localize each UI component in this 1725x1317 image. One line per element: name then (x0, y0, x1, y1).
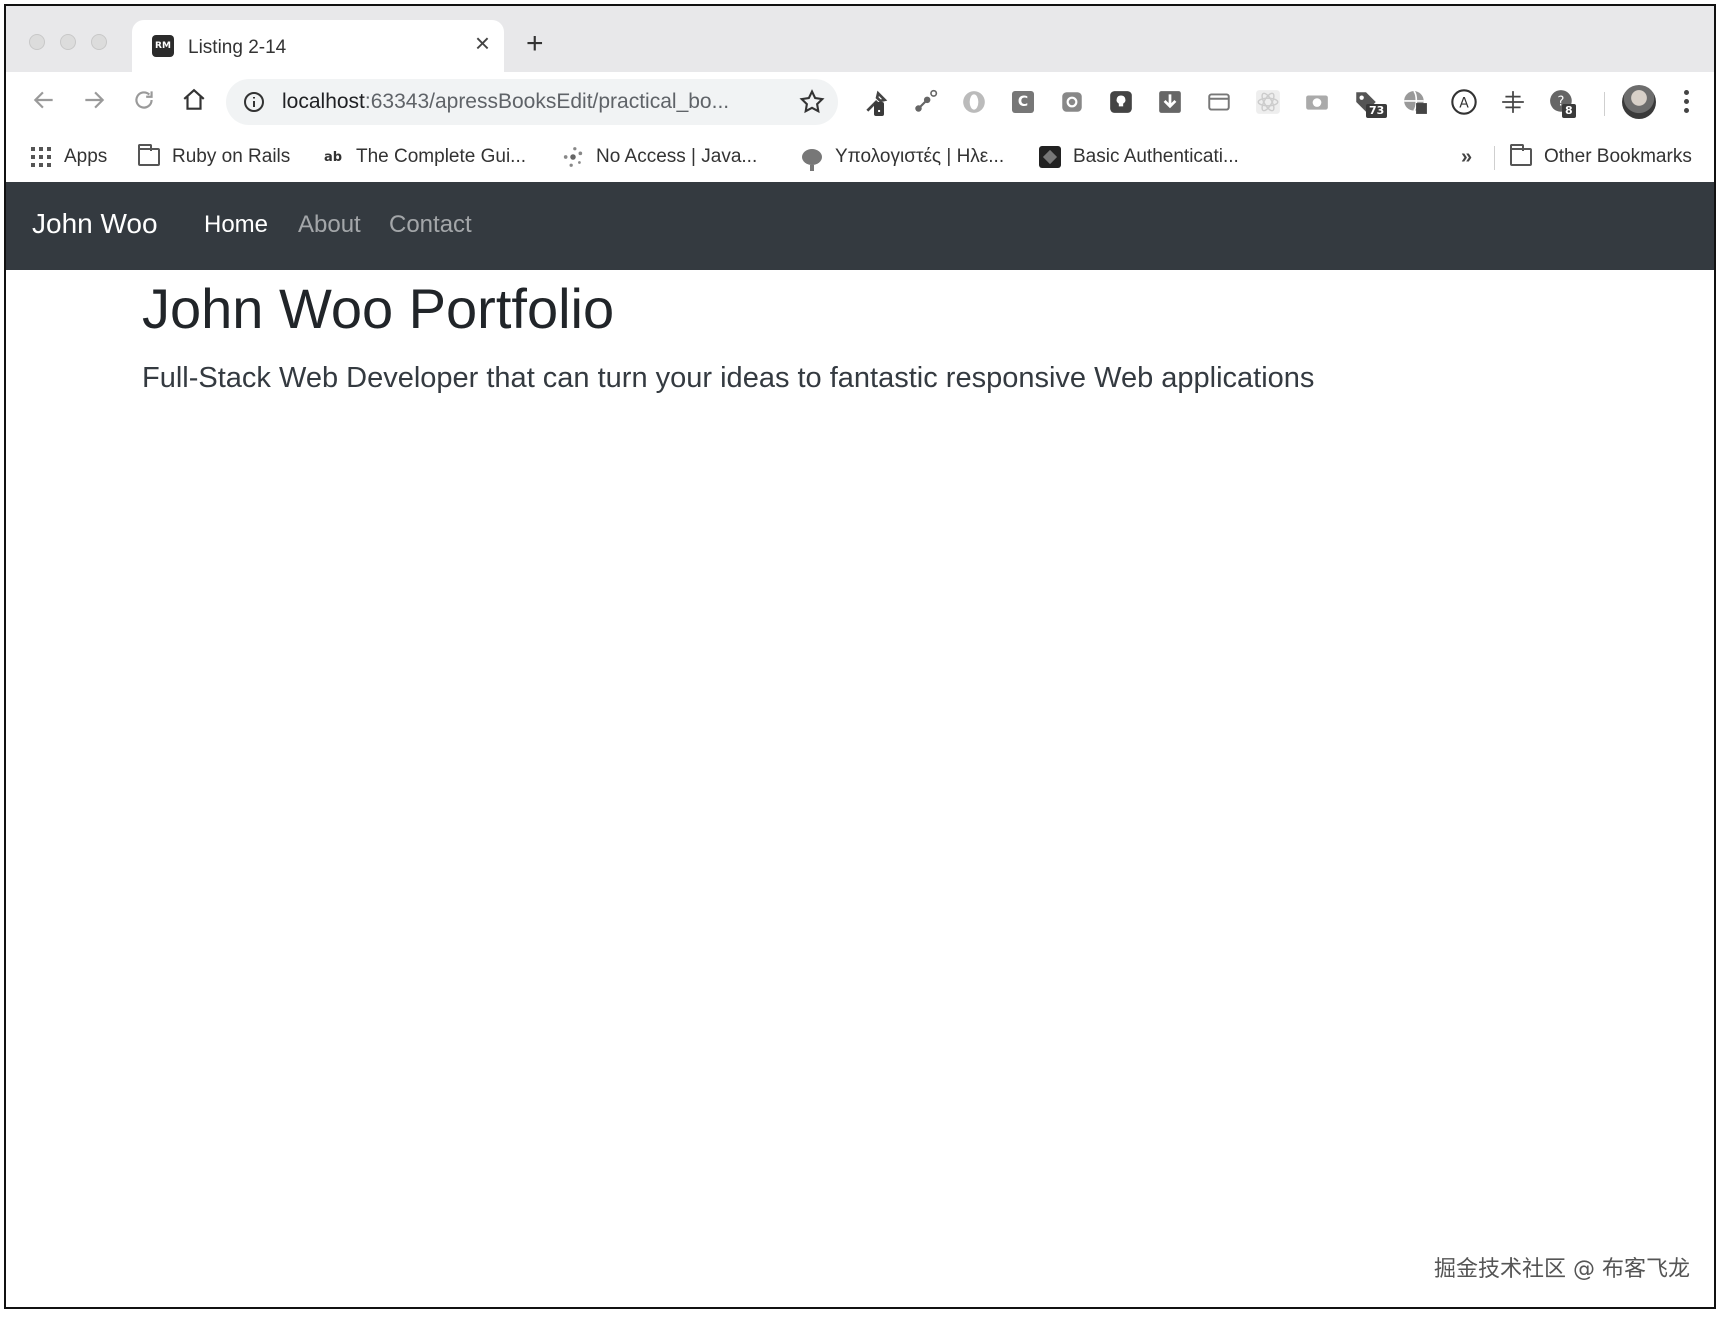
sparkle-icon (562, 146, 584, 168)
move-ext-icon[interactable] (1499, 88, 1527, 116)
bookmark-label: No Access | Java... (596, 146, 758, 167)
tag-ext-icon[interactable]: 73 (1352, 88, 1388, 118)
folder-icon (138, 144, 160, 168)
bookmarks-divider (1494, 146, 1495, 170)
tab-close-icon[interactable]: × (475, 30, 490, 56)
page-lead: Full-Stack Web Developer that can turn y… (142, 362, 1315, 394)
nav-contact[interactable]: Contact (389, 211, 472, 239)
bookmark-label: Other Bookmarks (1544, 146, 1692, 167)
bookmark-apps[interactable]: Apps (30, 142, 107, 172)
balloon-icon (801, 146, 823, 171)
window-ext-icon[interactable] (1205, 88, 1233, 116)
q-ext-icon[interactable]: ? 8 (1548, 88, 1576, 118)
tag-ext-badge: 73 (1366, 104, 1388, 118)
window-zoom-button[interactable] (91, 34, 107, 50)
arrow-left-icon (33, 91, 53, 109)
gear-ext-icon[interactable] (1058, 88, 1086, 116)
bookmark-no-access[interactable]: No Access | Java... (562, 142, 757, 172)
new-tab-button[interactable]: + (526, 29, 544, 59)
watermark: 掘金技术社区 @ 布客飞龙 (1434, 1257, 1690, 1282)
bookmark-label: The Complete Gui... (356, 146, 527, 167)
bookmark-complete-guide[interactable]: ab The Complete Gui... (322, 142, 526, 172)
folder-icon (1510, 144, 1532, 168)
react-ext-icon[interactable] (1254, 88, 1282, 116)
network-ext-icon[interactable] (911, 88, 939, 116)
bookmark-label: Ruby on Rails (172, 146, 291, 167)
bookmark-label: Basic Authenticati... (1073, 146, 1239, 167)
reload-icon (135, 91, 153, 109)
diamond-icon (1039, 146, 1061, 168)
bookmark-label: Apps (64, 146, 108, 167)
forward-button[interactable] (76, 82, 112, 118)
menu-kebab-icon[interactable] (1678, 86, 1694, 118)
window-close-button[interactable] (29, 34, 45, 50)
reload-button[interactable] (126, 82, 162, 118)
url-host: localhost (282, 90, 365, 113)
url-path: :63343/apressBooksEdit/practical_bo... (364, 90, 730, 113)
back-button[interactable] (26, 82, 62, 118)
browser-toolbar: localhost:63343/apressBooksEdit/practica… (6, 72, 1714, 132)
bookmark-basic-auth[interactable]: Basic Authenticati... (1039, 142, 1239, 172)
tab-title: Listing 2-14 (188, 37, 287, 58)
globe-ext-icon[interactable] (1401, 88, 1429, 116)
info-icon[interactable] (242, 90, 266, 114)
nav-about[interactable]: About (298, 211, 361, 239)
nav-home[interactable]: Home (204, 211, 268, 239)
arrow-right-icon (85, 91, 105, 109)
lightbulb-ext-icon[interactable] (1107, 88, 1135, 116)
navbar-brand[interactable]: John Woo (32, 208, 158, 240)
bookmark-label: Υπολογιστές | Ηλε... (835, 146, 1005, 167)
bookmark-ypologistes[interactable]: Υπολογιστές | Ηλε... (801, 142, 1004, 172)
bookmarks-overflow-icon[interactable]: » (1461, 146, 1472, 169)
c-ext-icon[interactable]: C (1009, 88, 1037, 116)
a-circle-ext-icon[interactable]: A (1450, 88, 1478, 116)
c-ext-glyph: C (1012, 91, 1034, 113)
window-minimize-button[interactable] (60, 34, 76, 50)
url-text: localhost:63343/apressBooksEdit/practica… (282, 90, 729, 114)
ext-badge: . (874, 102, 885, 116)
apps-grid-icon (30, 146, 52, 168)
download-ext-icon[interactable] (1156, 88, 1184, 116)
bookmark-ruby-on-rails[interactable]: Ruby on Rails (138, 142, 290, 172)
tab-strip: RM Listing 2-14 × + (6, 6, 1714, 72)
site-navbar: John Woo Home About Contact (6, 182, 1714, 270)
home-button[interactable] (176, 82, 212, 118)
address-bar[interactable]: localhost:63343/apressBooksEdit/practica… (226, 79, 838, 125)
opera-ext-icon[interactable] (960, 88, 988, 116)
a-circle-ext-glyph: A (1459, 95, 1469, 111)
eyedropper-ext-icon[interactable]: . (862, 88, 890, 116)
camera-ext-icon[interactable] (1303, 88, 1331, 116)
browser-window: RM Listing 2-14 × + localhost:63343/apre… (4, 4, 1716, 1309)
bookmark-other[interactable]: Other Bookmarks (1510, 142, 1692, 172)
toolbar-divider (1604, 92, 1605, 116)
page-title: John Woo Portfolio (142, 277, 615, 340)
profile-avatar[interactable] (1622, 85, 1656, 119)
tab-favicon-icon: RM (152, 35, 174, 57)
home-icon (183, 88, 205, 110)
browser-tab[interactable]: RM Listing 2-14 × (132, 20, 504, 72)
ab-icon: ab (323, 149, 343, 165)
star-icon[interactable] (798, 88, 826, 116)
bookmarks-bar: Apps Ruby on Rails ab The Complete Gui..… (6, 132, 1714, 183)
q-ext-badge: 8 (1562, 104, 1576, 118)
